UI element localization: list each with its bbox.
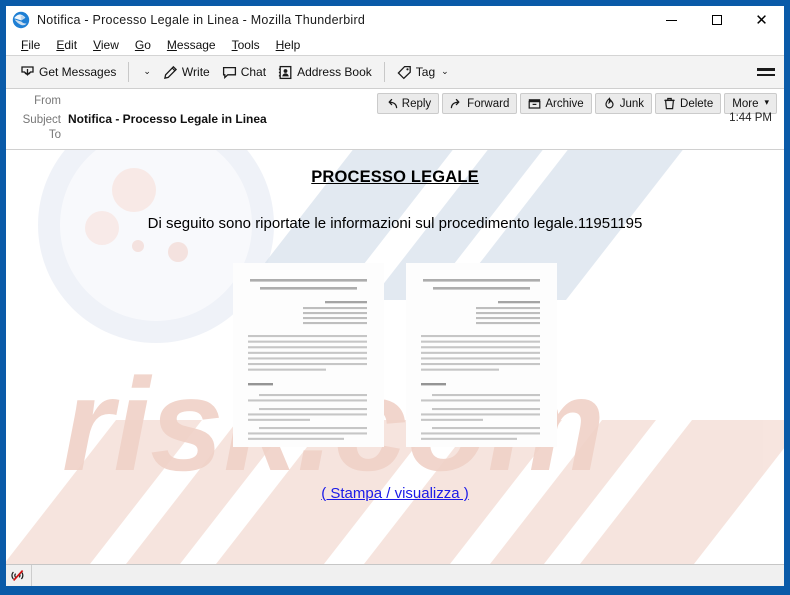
get-messages-button[interactable]: Get Messages [14,62,122,83]
email-paragraph: Di seguito sono riportate le informazion… [147,215,643,232]
chevron-down-icon: ⌄ [441,66,449,77]
tag-label: Tag [415,65,436,79]
address-book-label: Address Book [297,65,372,79]
network-offline-indicator[interactable] [6,565,32,586]
message-header-pane: Reply Forward Archive Junk Delete More ▾… [6,89,784,150]
forward-label: Forward [467,97,510,110]
page-title: PROCESSO LEGALE [311,168,479,186]
email-title-wrap: PROCESSO LEGALE [6,168,784,187]
window-title: Notifica - Processo Legale in Linea - Mo… [37,13,366,27]
thunderbird-window: Notifica - Processo Legale in Linea - Mo… [0,0,790,595]
app-menu-button[interactable] [756,64,776,80]
chevron-down-icon: ▾ [764,98,769,108]
archive-button[interactable]: Archive [520,93,592,114]
menu-edit[interactable]: Edit [48,36,85,54]
download-inbox-icon [20,65,35,80]
email-content: PROCESSO LEGALE Di seguito sono riportat… [6,150,784,503]
reply-button[interactable]: Reply [376,93,440,114]
subject-label: Subject [22,114,61,126]
more-button[interactable]: More ▾ [724,93,777,114]
hamburger-line-1 [757,68,775,71]
menu-message[interactable]: Message [159,36,224,54]
status-bar [6,564,784,586]
thunderbird-icon [12,11,30,29]
message-body-pane: risk.com PROCESSO LEGALE Di seguito sono… [6,150,784,564]
toolbar-separator-1 [128,62,130,82]
subject-value: Notifica - Processo Legale in Linea [68,112,267,126]
minimize-icon [666,19,677,21]
chevron-down-icon: ⌄ [143,66,151,77]
trash-can-icon [663,97,676,110]
forward-arrow-icon [450,97,463,110]
menu-file[interactable]: File [13,36,48,54]
get-messages-label: Get Messages [39,65,117,79]
header-row-to: To [6,128,784,145]
menu-bar: File Edit View Go Message Tools Help [6,34,784,56]
tag-icon [397,65,412,80]
chat-label: Chat [240,65,267,79]
maximize-button[interactable] [694,6,739,34]
menu-help[interactable]: Help [268,36,309,54]
reply-label: Reply [401,97,432,110]
junk-label: Junk [619,97,645,110]
junk-flame-icon [603,97,616,110]
delete-button[interactable]: Delete [655,93,722,114]
address-book-button[interactable]: Address Book [272,62,378,83]
print-view-link-wrap: ( Stampa / visualizza ) [6,447,784,503]
chat-button[interactable]: Chat [216,62,272,83]
to-label: To [48,129,61,141]
get-messages-dropdown[interactable]: ⌄ [135,65,157,80]
menu-tools[interactable]: Tools [224,36,268,54]
document-preview-image-1[interactable] [233,263,384,447]
address-book-icon [278,65,293,80]
menu-view[interactable]: View [85,36,127,54]
menu-go[interactable]: Go [127,36,159,54]
message-action-buttons: Reply Forward Archive Junk Delete More ▾ [376,93,777,114]
write-button[interactable]: Write [157,62,216,83]
tag-button[interactable]: Tag ⌄ [391,62,455,83]
reply-arrow-icon [385,97,398,110]
network-offline-icon [11,569,26,582]
toolbar-separator-2 [383,62,385,82]
archive-box-icon [528,97,541,110]
pencil-icon [163,65,178,80]
window-controls: ✕ [649,6,784,34]
from-label: From [34,95,61,107]
main-toolbar: Get Messages ⌄ Write Chat Address Book T… [6,56,784,89]
print-view-link[interactable]: ( Stampa / visualizza ) [321,485,469,502]
close-button[interactable]: ✕ [739,6,784,34]
message-time: 1:44 PM [729,112,772,124]
document-preview-image-2[interactable] [406,263,557,447]
chat-bubble-icon [222,65,237,80]
more-label: More [732,97,759,110]
document-preview-gallery [6,263,784,447]
delete-label: Delete [680,97,714,110]
forward-button[interactable]: Forward [442,93,518,114]
archive-label: Archive [545,97,584,110]
junk-button[interactable]: Junk [594,93,653,114]
window-client-area: Notifica - Processo Legale in Linea - Mo… [5,5,785,587]
write-label: Write [181,65,210,79]
close-icon: ✕ [755,10,768,29]
maximize-icon [711,15,722,25]
hamburger-line-2 [757,73,775,76]
title-bar: Notifica - Processo Legale in Linea - Mo… [6,6,784,34]
minimize-button[interactable] [649,6,694,34]
